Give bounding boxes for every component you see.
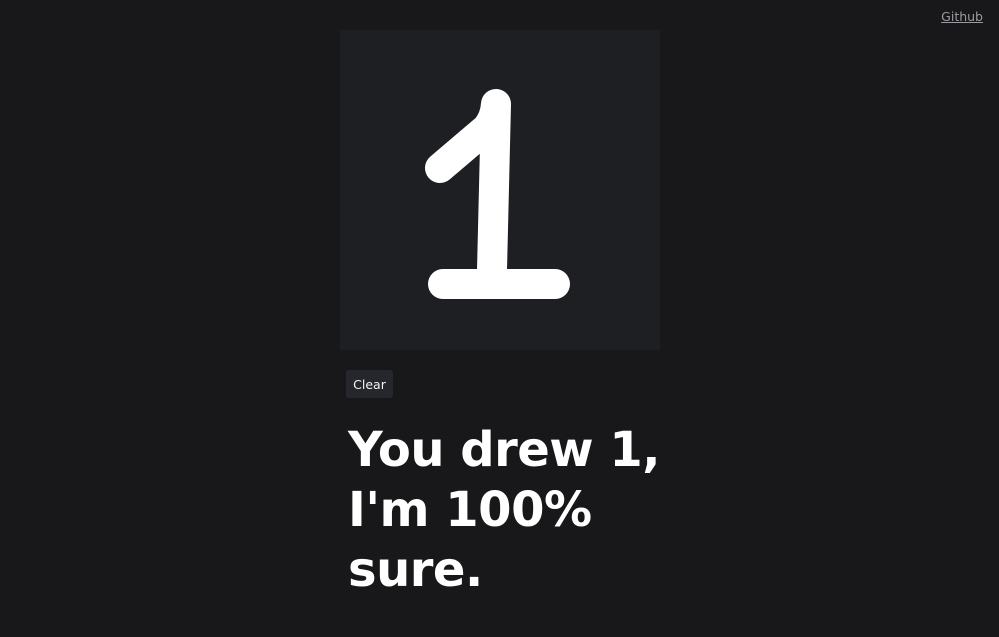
drawing-canvas[interactable] <box>340 30 660 350</box>
drawn-digit-stroke <box>425 89 570 299</box>
result-line-2: I'm 100% <box>348 482 592 538</box>
github-link[interactable]: Github <box>941 9 983 24</box>
prediction-result: You drew 1, I'm 100% sure. <box>348 420 668 600</box>
result-line-3: sure. <box>348 542 483 598</box>
result-line-1: You drew 1, <box>348 422 660 478</box>
clear-button[interactable]: Clear <box>346 370 393 398</box>
